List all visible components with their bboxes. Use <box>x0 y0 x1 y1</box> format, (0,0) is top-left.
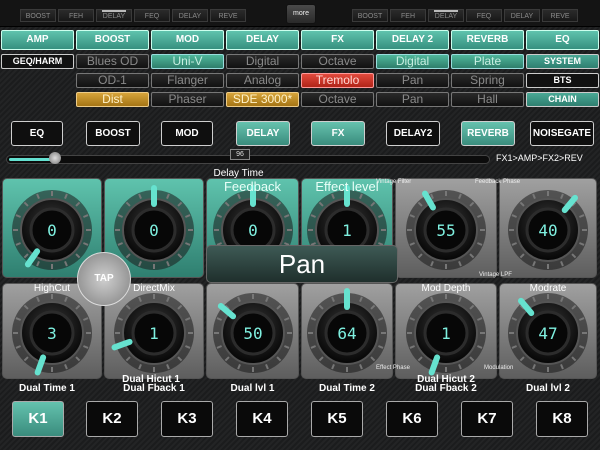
selected-effect-name: Pan <box>278 249 326 279</box>
knob-2[interactable]: 0 <box>114 185 194 270</box>
knob-label-modrate: Modrate <box>529 283 567 294</box>
k4-assign-label: Dual lvl 1 <box>230 383 275 394</box>
k8-button[interactable]: K8 <box>536 401 588 437</box>
knob-8[interactable]: 1 <box>111 293 194 373</box>
selected-effect-display: Pan <box>206 245 398 283</box>
k7-button[interactable]: K7 <box>461 401 513 437</box>
k4-button[interactable]: K4 <box>236 401 288 437</box>
knob-value-1: 0 <box>47 221 57 240</box>
k5-assign-label: Dual Time 2 <box>319 383 375 394</box>
modulation-label: Modulation <box>484 365 514 371</box>
k5-button[interactable]: K5 <box>311 401 363 437</box>
delay-time-title: Delay Time <box>213 168 264 179</box>
app-root: BOOST FEH DELAY FEQ DELAY REVE more BOOS… <box>0 0 600 450</box>
knob-5[interactable]: 55 <box>406 190 486 270</box>
knob-9[interactable]: 50 <box>213 293 293 373</box>
vintage-lpf-label: Vintage LPF <box>479 272 512 278</box>
k6-button[interactable]: K6 <box>386 401 438 437</box>
k8-assign-label: Dual lvl 2 <box>526 383 570 394</box>
k3-button[interactable]: K3 <box>161 401 213 437</box>
knob-value-4: 1 <box>342 221 352 240</box>
k1-button[interactable]: K1 <box>12 401 64 437</box>
k1-assign-label: Dual Time 1 <box>19 383 75 394</box>
knob-value-10: 64 <box>337 324 356 343</box>
knob-value-5: 55 <box>436 221 455 240</box>
knob-value-9: 50 <box>243 324 262 343</box>
knob-value-3: 0 <box>248 221 258 240</box>
knob-value-8: 1 <box>149 324 159 343</box>
knob-11[interactable]: 1 <box>406 293 486 376</box>
knob-1[interactable]: 0 <box>12 190 92 270</box>
knob-label-feedback: Feedback <box>223 179 282 194</box>
knob-value-12: 47 <box>538 324 557 343</box>
knob-value-11: 1 <box>441 324 451 343</box>
knob-6[interactable]: 40 <box>508 190 588 270</box>
knob-value-6: 40 <box>538 221 557 240</box>
knob-7[interactable]: 3 <box>12 293 92 376</box>
vintage-filter-label: Vintage Filter <box>376 179 412 185</box>
tap-tempo-button[interactable]: TAP <box>77 252 131 306</box>
knob-12[interactable]: 47 <box>508 293 588 373</box>
feedback-phase-label: Feedback Phase <box>475 179 521 185</box>
k6-assign-label: Dual Fback 2 <box>415 383 477 394</box>
k2-assign-label: Dual Fback 1 <box>123 383 185 394</box>
k2-button[interactable]: K2 <box>86 401 138 437</box>
knob-value-2: 0 <box>149 221 159 240</box>
effect-phase-label: Effect Phase <box>376 365 410 371</box>
knob-label-mod-depth: Mod Depth <box>421 283 471 294</box>
knob-value-7: 3 <box>47 324 57 343</box>
knob-10[interactable]: 64 <box>307 288 387 373</box>
